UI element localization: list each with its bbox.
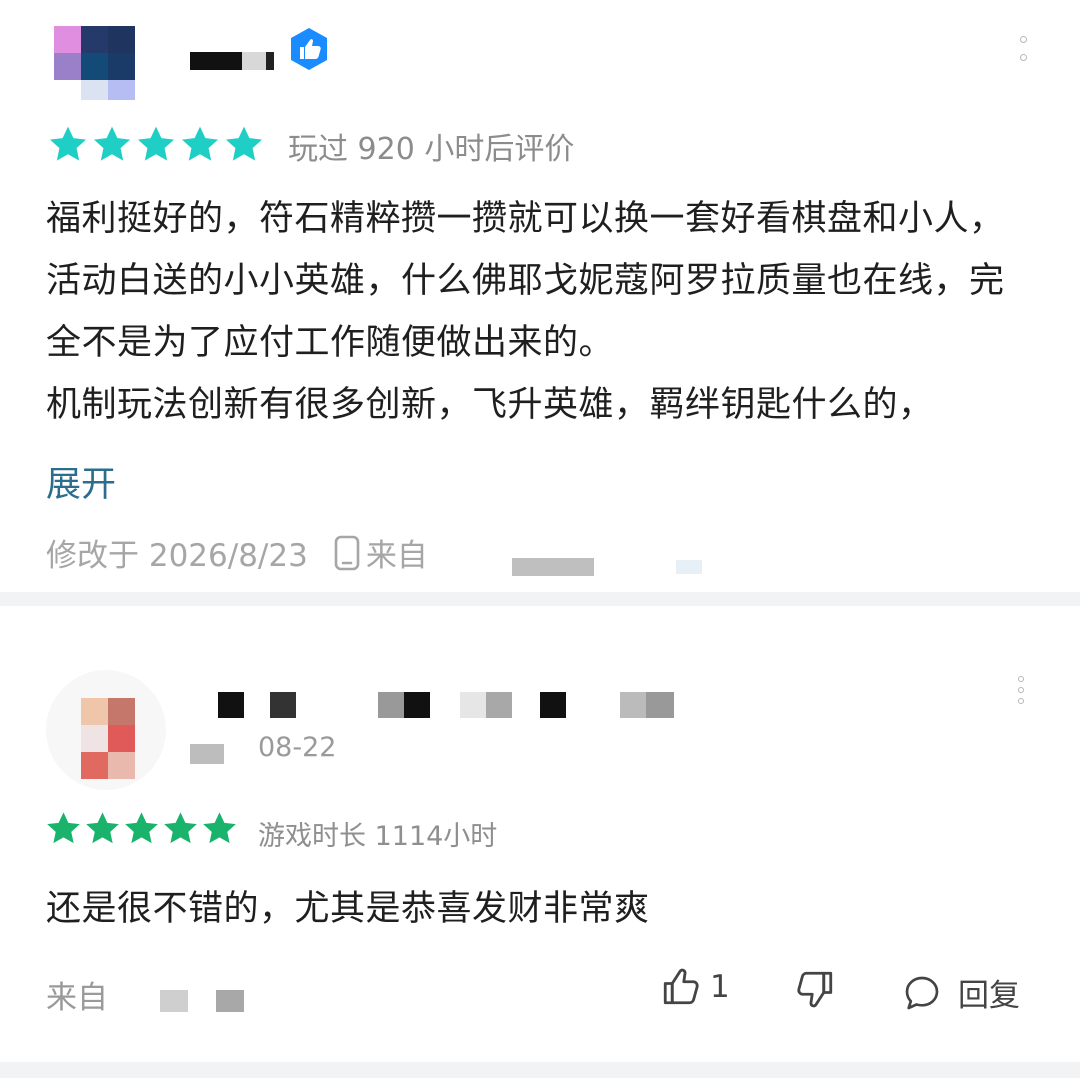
star-icon <box>49 126 87 161</box>
star-icon <box>137 126 175 161</box>
device-name-redacted <box>512 558 702 576</box>
review-card: 玩过 920 小时后评价 福利挺好的，符石精粹攒一攒就可以换一套好看棋盘和小人，… <box>0 0 1080 592</box>
star-rating <box>44 810 239 848</box>
reply-label: 回复 <box>958 978 1020 1014</box>
thumbs-up-badge-icon <box>291 28 327 70</box>
more-options-icon[interactable] <box>1018 676 1028 709</box>
more-options-icon[interactable] <box>1020 36 1030 72</box>
play-time-label: 游戏时长 1114小时 <box>258 821 498 852</box>
star-icon <box>47 812 80 844</box>
review-paragraph: 机制玩法创新有很多创新，飞升英雄，羁绊钥匙什么的， <box>46 385 934 425</box>
level-badge-redacted <box>190 744 240 764</box>
username-redacted[interactable] <box>190 692 680 720</box>
comment-icon <box>905 976 939 1009</box>
star-icon <box>86 812 119 844</box>
avatar[interactable] <box>46 670 166 790</box>
device-source: 来自 <box>365 538 428 574</box>
review-footer: 修改于 2026/8/23 来自 <box>46 530 428 575</box>
review-body: 还是很不错的，尤其是恭喜发财非常爽 <box>46 889 650 929</box>
thumbs-down-icon <box>797 971 833 1008</box>
star-rating <box>46 124 266 166</box>
review-body: 福利挺好的，符石精粹攒一攒就可以换一套好看棋盘和小人，活动白送的小小英雄，什么佛… <box>46 188 1036 436</box>
star-icon <box>93 126 131 161</box>
like-count: 1 <box>710 969 730 1005</box>
divider <box>0 1062 1080 1078</box>
phone-icon <box>334 535 360 570</box>
star-icon <box>203 812 236 844</box>
avatar[interactable] <box>54 26 136 100</box>
star-icon <box>225 126 263 161</box>
star-icon <box>125 812 158 844</box>
divider <box>0 592 1080 606</box>
modified-date: 修改于 2026/8/23 <box>46 538 308 574</box>
star-icon <box>164 812 197 844</box>
device-source: 来自 <box>46 980 108 1016</box>
review-date: 08-22 <box>258 732 337 763</box>
like-button[interactable]: 1 <box>660 966 730 1008</box>
expand-link[interactable]: 展开 <box>46 456 116 507</box>
reply-button[interactable]: 回复 <box>902 970 1020 1015</box>
device-name-redacted <box>160 990 250 1014</box>
star-icon <box>181 126 219 161</box>
thumbs-up-icon <box>663 968 699 1005</box>
username-redacted[interactable] <box>190 52 282 70</box>
play-time-label: 玩过 920 小时后评价 <box>288 132 575 167</box>
review-card: 08-22 游戏时长 1114小时 还是很不错的，尤其是恭喜发财非常爽 来自 1 <box>0 606 1080 1062</box>
review-paragraph: 福利挺好的，符石精粹攒一攒就可以换一套好看棋盘和小人，活动白送的小小英雄，什么佛… <box>46 199 1005 363</box>
dislike-button[interactable] <box>794 968 836 1010</box>
